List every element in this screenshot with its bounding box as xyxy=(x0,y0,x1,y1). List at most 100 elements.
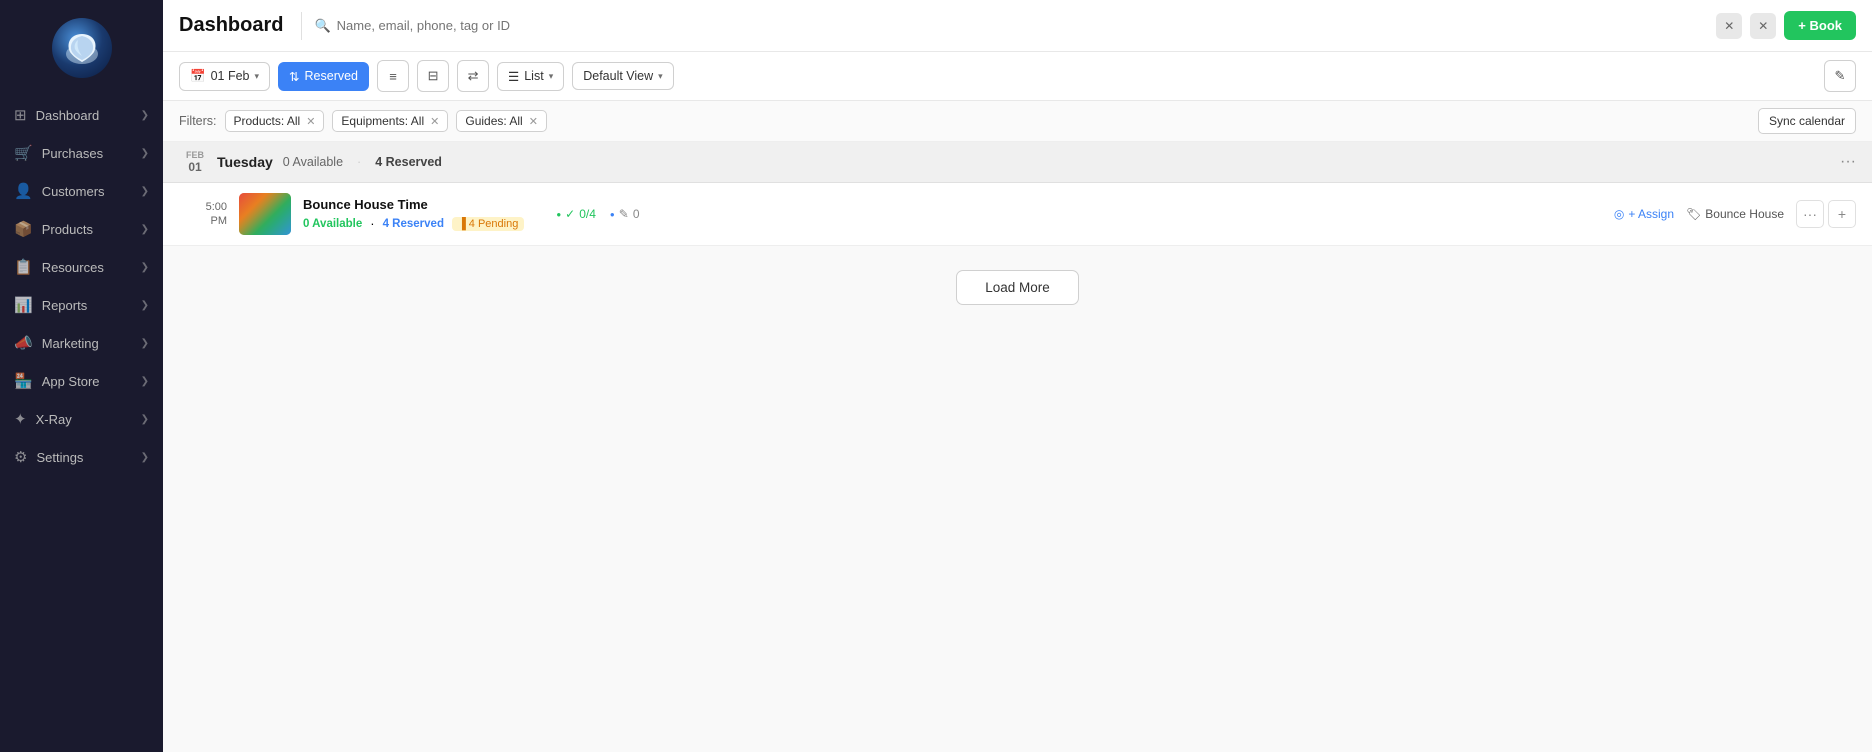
booking-available: 0 Available xyxy=(303,218,362,230)
tag-icon: 🏷 xyxy=(1686,207,1701,221)
booking-status-row: 0 Available · 4 Reserved ▐ 4 Pending xyxy=(303,216,524,231)
sidebar-item-x-ray[interactable]: ✦ X-Ray ❯ xyxy=(0,400,163,438)
guides-filter[interactable]: Guides: All ✕ xyxy=(456,110,547,132)
settings-icon: ⚙ xyxy=(14,448,27,466)
day-header: Feb 01 Tuesday 0 Available · 4 Reserved … xyxy=(163,142,1872,183)
check-dot: ● xyxy=(556,210,561,219)
stats-dot: · xyxy=(357,155,361,169)
assign-circle-icon: ◎ xyxy=(1614,207,1624,221)
book-label: + Book xyxy=(1798,18,1842,33)
booking-info: Bounce House Time 0 Available · 4 Reserv… xyxy=(303,197,524,231)
day-stats: 0 Available · 4 Reserved xyxy=(283,155,442,169)
sidebar-item-resources[interactable]: 📋 Resources ❯ xyxy=(0,248,163,286)
columns-button[interactable]: ⇄ xyxy=(457,60,489,92)
equipments-filter[interactable]: Equipments: All ✕ xyxy=(332,110,448,132)
filter-icon: ⇅ xyxy=(289,69,299,84)
booking-check: ● ✓ 0/4 xyxy=(556,207,596,221)
edit-dot: ● xyxy=(610,210,615,219)
load-more-label: Load More xyxy=(985,280,1050,295)
columns-icon: ⇄ xyxy=(468,68,479,84)
products-filter-label: Products: All xyxy=(234,114,301,128)
search-input[interactable] xyxy=(337,18,1705,33)
products-icon: 📦 xyxy=(14,220,33,238)
purchases-icon: 🛒 xyxy=(14,144,33,162)
chevron-icon: ❯ xyxy=(141,110,149,121)
book-button[interactable]: + Book xyxy=(1784,11,1856,40)
load-more-section: Load More xyxy=(163,246,1872,329)
day-name: Tuesday xyxy=(217,154,273,170)
sidebar-label-marketing: Marketing xyxy=(42,336,99,351)
sidebar-item-products[interactable]: 📦 Products ❯ xyxy=(0,210,163,248)
assign-button[interactable]: ◎ + Assign xyxy=(1614,207,1674,221)
sidebar-item-settings[interactable]: ⚙ Settings ❯ xyxy=(0,438,163,476)
list-chevron-icon: ▾ xyxy=(549,71,554,82)
booking-more-button[interactable]: ··· xyxy=(1796,200,1824,228)
app-store-icon: 🏪 xyxy=(14,372,33,390)
list-icon: ☰ xyxy=(508,69,519,84)
edit-count: 0 xyxy=(633,207,640,221)
load-more-button[interactable]: Load More xyxy=(956,270,1079,305)
chevron-icon: ❯ xyxy=(141,148,149,159)
logo-area xyxy=(0,0,163,96)
day-date: Feb 01 xyxy=(179,150,211,174)
sidebar-item-reports[interactable]: 📊 Reports ❯ xyxy=(0,286,163,324)
sidebar-label-purchases: Purchases xyxy=(42,146,103,161)
chevron-icon: ❯ xyxy=(141,186,149,197)
chevron-icon: ❯ xyxy=(141,224,149,235)
sidebar-item-customers[interactable]: 👤 Customers ❯ xyxy=(0,172,163,210)
reports-icon: 📊 xyxy=(14,296,33,314)
products-filter-close[interactable]: ✕ xyxy=(306,115,315,128)
close-x-button[interactable]: ✕ xyxy=(1716,13,1742,39)
day-available: 0 Available xyxy=(283,155,343,169)
tag-label: Bounce House xyxy=(1705,207,1784,221)
sidebar-item-purchases[interactable]: 🛒 Purchases ❯ xyxy=(0,134,163,172)
status-dot: · xyxy=(370,216,374,231)
equipments-filter-close[interactable]: ✕ xyxy=(430,115,439,128)
sidebar-label-x-ray: X-Ray xyxy=(36,412,72,427)
logo xyxy=(52,18,112,78)
booking-pending: ▐ 4 Pending xyxy=(452,217,524,231)
sort-button[interactable]: ≡ xyxy=(377,60,409,92)
page-title: Dashboard xyxy=(179,14,283,37)
sidebar-label-app-store: App Store xyxy=(42,374,100,389)
chevron-icon: ❯ xyxy=(141,376,149,387)
chevron-icon: ❯ xyxy=(141,300,149,311)
sidebar-item-app-store[interactable]: 🏪 App Store ❯ xyxy=(0,362,163,400)
sidebar: ⊞ Dashboard ❯ 🛒 Purchases ❯ 👤 Customers … xyxy=(0,0,163,752)
filter-button[interactable]: ⊟ xyxy=(417,60,449,92)
header-divider xyxy=(301,12,302,40)
booking-row: 5:00 PM Bounce House Time 0 Available · … xyxy=(163,183,1872,246)
equipments-filter-label: Equipments: All xyxy=(341,114,424,128)
view-button[interactable]: Default View ▾ xyxy=(572,62,673,90)
booking-add-button[interactable]: + xyxy=(1828,200,1856,228)
content-area: Feb 01 Tuesday 0 Available · 4 Reserved … xyxy=(163,142,1872,752)
guides-filter-close[interactable]: ✕ xyxy=(529,115,538,128)
sort-icon: ≡ xyxy=(389,69,397,84)
sidebar-item-dashboard[interactable]: ⊞ Dashboard ❯ xyxy=(0,96,163,134)
list-button[interactable]: ☰ List ▾ xyxy=(497,62,564,91)
chevron-icon: ❯ xyxy=(141,262,149,273)
dashboard-icon: ⊞ xyxy=(14,106,27,124)
toolbar: 📅 01 Feb ▾ ⇅ Reserved ≡ ⊟ ⇄ ☰ List ▾ Def… xyxy=(163,52,1872,101)
sidebar-label-resources: Resources xyxy=(42,260,104,275)
search-icon: 🔍 xyxy=(314,18,330,34)
close-x2-button[interactable]: ✕ xyxy=(1750,13,1776,39)
sidebar-item-marketing[interactable]: 📣 Marketing ❯ xyxy=(0,324,163,362)
date-button[interactable]: 📅 01 Feb ▾ xyxy=(179,62,270,91)
customize-button[interactable]: ✎ xyxy=(1824,60,1856,92)
search-box[interactable]: 🔍 xyxy=(314,18,1704,34)
booking-reserved: 4 Reserved xyxy=(383,218,444,230)
calendar-icon: 📅 xyxy=(190,69,206,84)
pending-icon: ▐ xyxy=(458,218,466,230)
sync-calendar-button[interactable]: Sync calendar xyxy=(1758,108,1856,134)
chevron-icon: ❯ xyxy=(141,414,149,425)
check-icon: ✓ xyxy=(565,207,575,221)
day-more-button[interactable]: ··· xyxy=(1840,153,1856,171)
reserved-label: Reserved xyxy=(305,69,359,83)
chevron-icon: ❯ xyxy=(141,452,149,463)
sidebar-label-products: Products xyxy=(42,222,93,237)
sync-label: Sync calendar xyxy=(1769,114,1845,128)
xray-icon: ✦ xyxy=(14,410,27,428)
reserved-button[interactable]: ⇅ Reserved xyxy=(278,62,369,91)
products-filter[interactable]: Products: All ✕ xyxy=(225,110,325,132)
